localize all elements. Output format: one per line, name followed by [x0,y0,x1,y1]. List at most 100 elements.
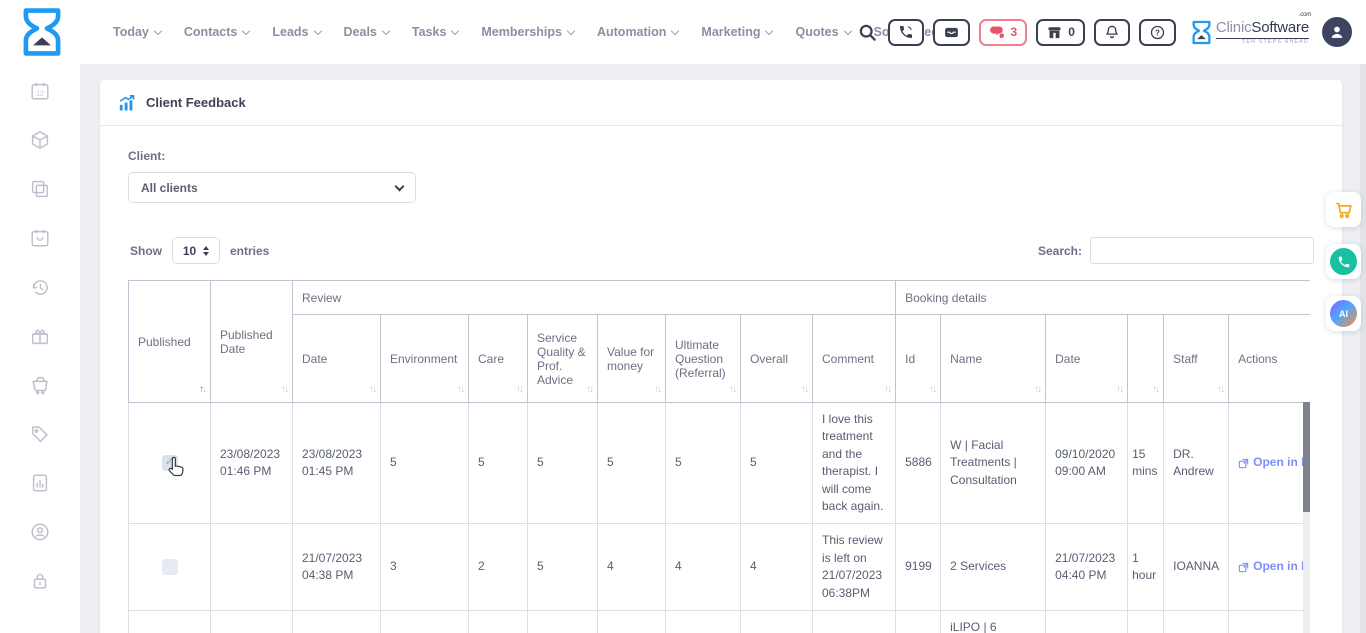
sort-icon: ↑↓ [516,384,522,395]
clinicsoftware-wordmark-logo[interactable]: ClinicSoftware.com TEN STEPS AHEAD [1191,20,1309,45]
staff-cell: IOANNA [1164,524,1229,611]
cart-icon[interactable] [29,374,51,396]
history-icon[interactable] [29,276,51,298]
chat-bubbles-icon [989,24,1006,41]
store-count-badge: 0 [1068,25,1075,39]
page-title: Client Feedback [146,95,246,110]
notifications-button[interactable] [1094,19,1130,46]
price-tag-icon[interactable] [29,423,51,445]
col-comment[interactable]: Comment↑↓ [813,315,896,403]
table-scrollbar[interactable] [1303,402,1310,633]
ultimate-cell: 5 [666,403,741,524]
sort-icon: ↑↓ [369,384,375,395]
sort-icon: ↑↓ [729,384,735,395]
group-booking-details: Booking details [896,281,1310,315]
review-date-cell: 23/08/2023 01:45 PM [293,403,381,524]
phone-button[interactable] [888,19,924,46]
lock-icon[interactable] [29,570,51,592]
help-button[interactable]: ? [1139,19,1176,46]
card-header: Client Feedback [100,80,1342,126]
col-overall[interactable]: Overall↑↓ [741,315,813,403]
menu-item-automation[interactable]: Automation [597,25,678,39]
products-cube-icon[interactable] [29,129,51,151]
page-scrollbar[interactable] [1360,64,1366,633]
menu-item-marketing[interactable]: Marketing [701,25,772,39]
client-filter-select[interactable]: All clients [128,172,416,203]
menu-item-contacts[interactable]: Contacts [184,25,249,39]
chevron-down-icon [382,26,390,34]
col-name[interactable]: Name↑↓ [941,315,1046,403]
search-icon[interactable] [858,23,877,42]
service-cell [528,610,598,633]
open-in-diary-link[interactable]: Open in Diary [1238,454,1310,471]
col-published-date[interactable]: Published Date↑↓ [211,281,293,403]
menu-item-leads[interactable]: Leads [272,25,320,39]
calendar-icon[interactable]: 12 [29,80,51,102]
published-checkbox[interactable] [162,559,178,575]
client-feedback-card: Client Feedback Client: All clients Show… [100,80,1342,633]
menu-item-quotes[interactable]: Quotes [795,25,850,39]
menu-item-deals[interactable]: Deals [344,25,389,39]
bell-icon [1104,24,1120,40]
call-button[interactable] [1326,244,1361,279]
open-in-diary-link[interactable]: Open in Diary [1238,558,1310,575]
review-date-cell: 21/07/2023 [293,610,381,633]
chat-count-badge: 3 [1011,25,1018,39]
col-environment[interactable]: Environment↑↓ [381,315,469,403]
chat-button[interactable]: 3 [979,19,1028,46]
published-date-cell [211,610,293,633]
clinicsoftware-hourglass-logo[interactable] [20,7,64,57]
user-avatar[interactable] [1322,17,1352,47]
user-account-icon[interactable] [29,521,51,543]
table-row: ✓ 23/08/2023 01:46 PM 23/08/2023 01:45 P… [129,403,1311,524]
col-id[interactable]: Id↑↓ [896,315,941,403]
booking-date-cell: 21/07/2023 04:40 PM [1046,524,1128,611]
col-value-for-money[interactable]: Value for money↑↓ [598,315,666,403]
booking-date-cell: 09/10/2020 09:00 AM [1046,403,1128,524]
table-scrollbar-thumb[interactable] [1303,402,1310,512]
page-size-select[interactable]: 10 [172,237,220,264]
menu-item-tasks[interactable]: Tasks [412,25,459,39]
feedback-table-container: Published↑↓ Published Date↑↓ Review Book… [128,280,1310,633]
ultimate-cell [666,610,741,633]
gift-icon[interactable] [29,325,51,347]
logo-tagline: TEN STEPS AHEAD [1216,38,1309,45]
search-label: Search: [1038,244,1082,258]
col-care[interactable]: Care↑↓ [469,315,528,403]
table-search-input[interactable] [1090,237,1314,264]
pos-cart-button[interactable] [1326,192,1361,227]
svg-text:12: 12 [36,90,44,97]
group-review: Review [293,281,896,315]
col-ultimate-question[interactable]: Ultimate Question (Referral)↑↓ [666,315,741,403]
environment-cell [381,610,469,633]
actions-cell: Open in Diary [1229,403,1310,524]
care-cell [469,610,528,633]
sort-icon: ↑↓ [586,384,592,395]
inbox-button[interactable] [933,19,970,46]
sort-icon: ↑↓ [1034,384,1040,395]
calendar-booking-icon[interactable] [29,227,51,249]
published-checkbox[interactable]: ✓ [162,455,178,471]
report-chart-icon[interactable] [29,472,51,494]
col-published[interactable]: Published↑↓ [129,281,211,403]
sort-icon: ↑↓ [1217,384,1223,395]
col-actions: Actions [1229,315,1310,403]
ai-assistant-button[interactable]: AI [1326,296,1361,331]
chevron-down-icon [567,26,575,34]
environment-cell: 3 [381,524,469,611]
floating-action-rail: AI [1326,192,1361,331]
environment-cell: 5 [381,403,469,524]
col-review-date[interactable]: Date↑↓ [293,315,381,403]
col-booking-date[interactable]: Date↑↓ [1046,315,1128,403]
col-staff[interactable]: Staff↑↓ [1164,315,1229,403]
menu-item-today[interactable]: Today [113,25,161,39]
actions-cell: Open in Diary [1229,524,1310,611]
menu-item-memberships[interactable]: Memberships [481,25,574,39]
chevron-down-icon [242,26,250,34]
col-service-quality[interactable]: Service Quality & Prof. Advice↑↓ [528,315,598,403]
store-button[interactable]: 0 [1036,19,1085,46]
updown-arrows-icon [203,246,209,256]
staff-cell [1164,610,1229,633]
copy-pages-icon[interactable] [29,178,51,200]
col-duration[interactable]: ↑↓ [1128,315,1164,403]
